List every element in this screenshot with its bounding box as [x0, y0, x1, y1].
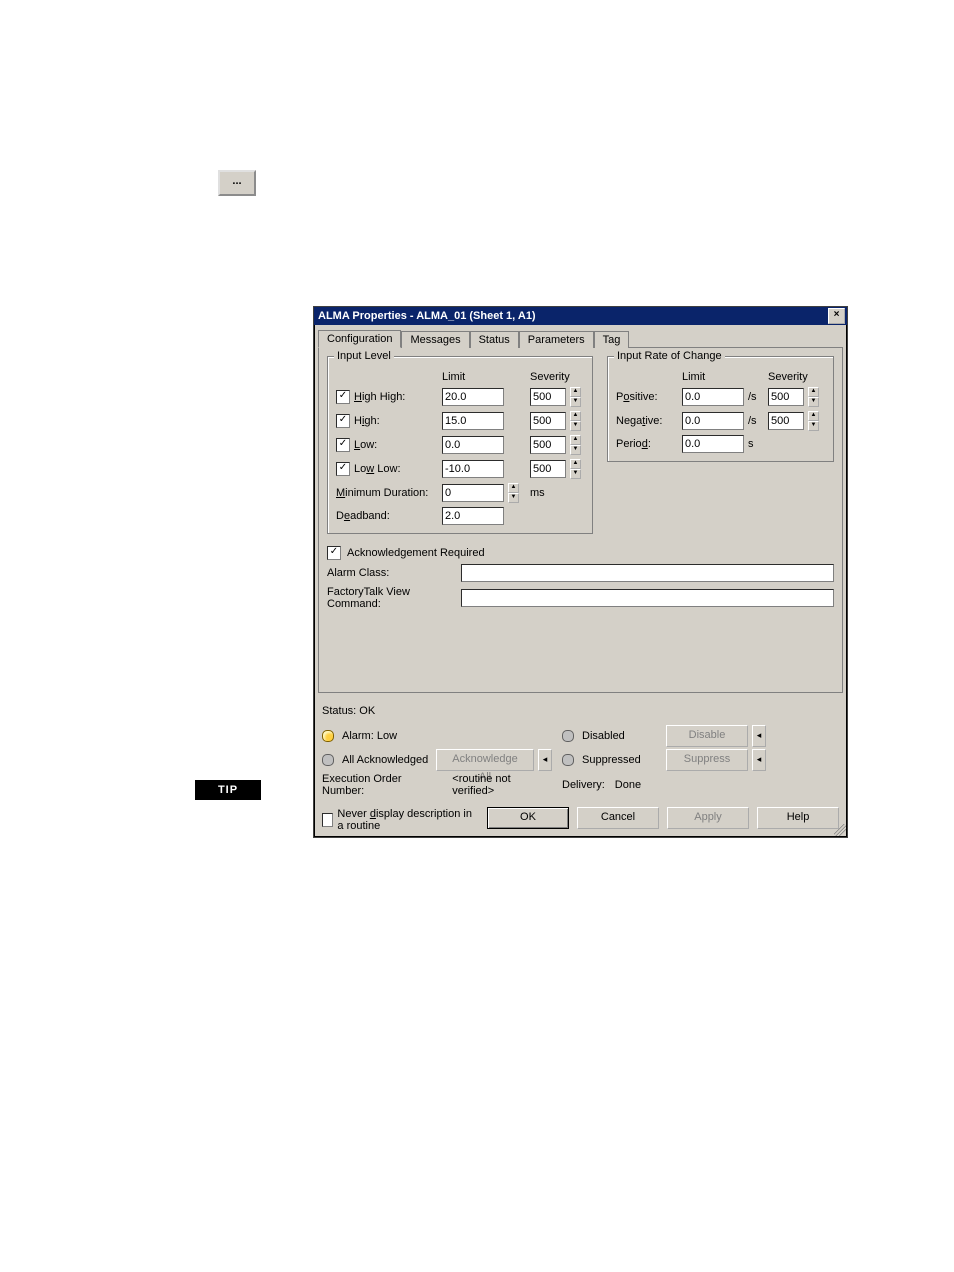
limit-header: Limit [442, 371, 502, 383]
low-checkbox[interactable] [336, 438, 350, 452]
low-low-checkbox[interactable] [336, 462, 350, 476]
suppressed-dot-icon [562, 754, 574, 766]
negative-sev-stepper[interactable]: ▲▼ [808, 411, 819, 431]
high-label: High: [354, 415, 380, 427]
low-limit[interactable] [442, 436, 504, 454]
bottom-grid: Alarm: Low Disabled Disable ◂ All Acknow… [314, 721, 847, 801]
ack-all-arrow[interactable]: ◂ [538, 749, 552, 771]
close-icon: × [834, 309, 840, 320]
period-label: Period: [616, 438, 676, 450]
exec-order-label: Execution Order Number: [322, 773, 442, 797]
high-sev-stepper[interactable]: ▲▼ [570, 411, 581, 431]
alma-properties-dialog: ALMA Properties - ALMA_01 (Sheet 1, A1) … [313, 306, 848, 838]
negative-unit: /s [748, 415, 762, 427]
status-ok: Status: OK [322, 705, 839, 717]
low-severity[interactable] [530, 436, 566, 454]
ellipsis-button[interactable]: ... [218, 170, 256, 196]
alarm-state: Alarm: Low [342, 730, 397, 742]
positive-sev-stepper[interactable]: ▲▼ [808, 387, 819, 407]
high-high-label: High High: [354, 391, 405, 403]
roc-limit-header: Limit [682, 371, 742, 383]
positive-unit: /s [748, 391, 762, 403]
low-low-severity[interactable] [530, 460, 566, 478]
low-low-limit[interactable] [442, 460, 504, 478]
alarm-class-input[interactable] [461, 564, 834, 582]
tab-parameters[interactable]: Parameters [519, 331, 594, 348]
low-sev-stepper[interactable]: ▲▼ [570, 435, 581, 455]
status-block: Status: OK [314, 697, 847, 717]
tab-messages[interactable]: Messages [401, 331, 469, 348]
tab-tag[interactable]: Tag [594, 331, 630, 348]
disable-arrow[interactable]: ◂ [752, 725, 766, 747]
high-severity[interactable] [530, 412, 566, 430]
exec-order-value: <routine not verified> [452, 773, 552, 797]
apply-button[interactable]: Apply [667, 807, 749, 829]
tab-status[interactable]: Status [470, 331, 519, 348]
alarm-class-label: Alarm Class: [327, 567, 455, 579]
period-unit: s [748, 438, 762, 450]
resize-grip-icon[interactable] [834, 824, 846, 836]
ack-required-checkbox[interactable] [327, 546, 341, 560]
negative-severity[interactable] [768, 412, 804, 430]
high-high-sev-stepper[interactable]: ▲▼ [570, 387, 581, 407]
input-level-legend: Input Level [334, 350, 394, 362]
period-input[interactable] [682, 435, 744, 453]
min-duration-input[interactable] [442, 484, 504, 502]
min-duration-label: Minimum Duration: [336, 487, 436, 499]
config-panel: Input Level Limit Severity High High: [318, 347, 843, 693]
suppressed-label: Suppressed [582, 754, 662, 766]
positive-limit[interactable] [682, 388, 744, 406]
dialog-title: ALMA Properties - ALMA_01 (Sheet 1, A1) [318, 310, 536, 322]
suppress-button[interactable]: Suppress [666, 749, 748, 771]
never-display-checkbox[interactable] [322, 813, 333, 827]
high-high-limit[interactable] [442, 388, 504, 406]
high-high-severity[interactable] [530, 388, 566, 406]
delivery-value: Done [615, 779, 641, 791]
deadband-label: Deadband: [336, 510, 436, 522]
roc-sev-header: Severity [768, 371, 802, 383]
ack-required-label: Acknowledgement Required [347, 547, 485, 559]
roc-group: Input Rate of Change Limit Severity Posi… [607, 356, 834, 462]
low-label: Low: [354, 439, 377, 451]
disable-button[interactable]: Disable [666, 725, 748, 747]
tab-configuration[interactable]: Configuration [318, 330, 401, 348]
high-checkbox[interactable] [336, 414, 350, 428]
ftview-cmd-input[interactable] [461, 589, 834, 607]
ack-dot-icon [322, 754, 334, 766]
input-level-group: Input Level Limit Severity High High: [327, 356, 593, 534]
low-low-label: Low Low: [354, 463, 401, 475]
ok-button[interactable]: OK [487, 807, 569, 829]
titlebar: ALMA Properties - ALMA_01 (Sheet 1, A1) … [314, 307, 847, 325]
deadband-input[interactable] [442, 507, 504, 525]
all-ack-label: All Acknowledged [342, 754, 432, 766]
min-duration-stepper[interactable]: ▲▼ [508, 483, 519, 503]
roc-legend: Input Rate of Change [614, 350, 725, 362]
alarm-dot-icon [322, 730, 334, 742]
close-button[interactable]: × [828, 308, 845, 324]
high-high-checkbox[interactable] [336, 390, 350, 404]
delivery-label: Delivery: [562, 779, 605, 791]
negative-limit[interactable] [682, 412, 744, 430]
disabled-label: Disabled [582, 730, 662, 742]
cancel-button[interactable]: Cancel [577, 807, 659, 829]
tip-badge: TIP [195, 780, 261, 800]
positive-label: Positive: [616, 391, 676, 403]
ack-all-button[interactable]: Acknowledge All [436, 749, 534, 771]
help-button[interactable]: Help [757, 807, 839, 829]
disabled-dot-icon [562, 730, 574, 742]
suppress-arrow[interactable]: ◂ [752, 749, 766, 771]
min-duration-unit: ms [530, 487, 584, 499]
low-low-sev-stepper[interactable]: ▲▼ [570, 459, 581, 479]
tabstrip: Configuration Messages Status Parameters… [314, 325, 847, 347]
negative-label: Negative: [616, 415, 676, 427]
ftview-cmd-label: FactoryTalk View Command: [327, 586, 455, 610]
high-limit[interactable] [442, 412, 504, 430]
never-display-label: Never display description in a routine [337, 808, 479, 832]
severity-header: Severity [530, 371, 564, 383]
positive-severity[interactable] [768, 388, 804, 406]
